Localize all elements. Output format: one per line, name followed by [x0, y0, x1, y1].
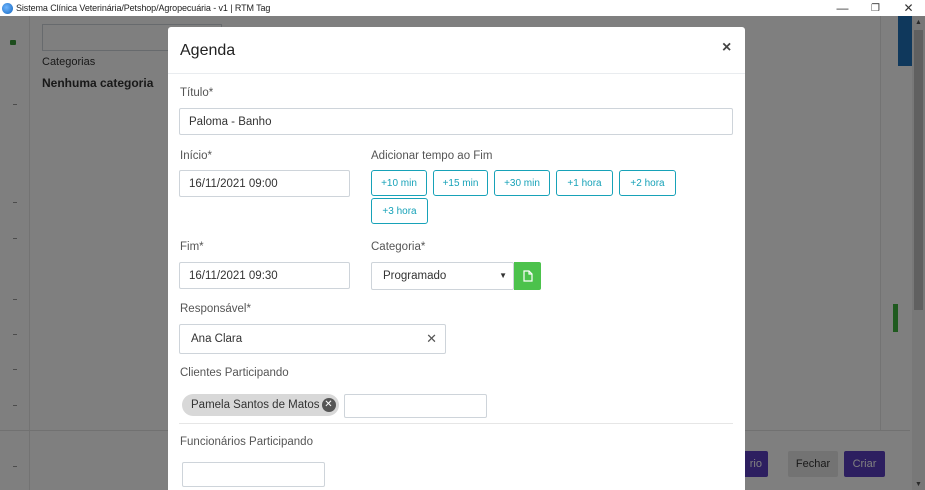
- funcionarios-search-input[interactable]: [182, 462, 325, 487]
- file-icon: [522, 270, 533, 282]
- add-2-hora-button[interactable]: +2 hora: [619, 170, 676, 196]
- fim-input[interactable]: 16/11/2021 09:30: [179, 262, 350, 289]
- clientes-label: Clientes Participando: [180, 367, 289, 379]
- chevron-down-icon: ▼: [499, 271, 507, 280]
- app-icon: [2, 2, 13, 14]
- window-controls: — ❐ ✕: [826, 0, 925, 16]
- minimize-button[interactable]: —: [826, 0, 859, 16]
- restore-button[interactable]: ❐: [859, 0, 892, 16]
- adicionar-tempo-label: Adicionar tempo ao Fim: [371, 150, 493, 162]
- add-30-min-button[interactable]: +30 min: [494, 170, 550, 196]
- modal-close-button[interactable]: ×: [722, 39, 731, 57]
- section-divider: [179, 423, 733, 424]
- window-titlebar: Sistema Clínica Veterinária/Petshop/Agro…: [0, 0, 925, 16]
- add-10-min-button[interactable]: +10 min: [371, 170, 427, 196]
- categoria-select[interactable]: Programado ▼: [371, 262, 514, 290]
- fim-label: Fim*: [180, 241, 204, 253]
- titulo-label: Título*: [180, 87, 214, 99]
- responsavel-select[interactable]: Ana Clara ✕: [179, 324, 446, 354]
- titulo-input[interactable]: Paloma - Banho: [179, 108, 733, 135]
- inicio-input[interactable]: 16/11/2021 09:00: [179, 170, 350, 197]
- add-15-min-button[interactable]: +15 min: [433, 170, 488, 196]
- modal-title: Agenda: [180, 42, 236, 59]
- responsavel-label: Responsável*: [180, 303, 251, 315]
- add-3-hora-button[interactable]: +3 hora: [371, 198, 428, 224]
- responsavel-value: Ana Clara: [191, 333, 243, 345]
- new-categoria-button[interactable]: [514, 262, 541, 290]
- cliente-chip-label: Pamela Santos de Matos: [191, 399, 320, 411]
- clear-icon[interactable]: ✕: [426, 331, 437, 347]
- funcionarios-label: Funcionários Participando: [180, 436, 313, 448]
- add-1-hora-button[interactable]: +1 hora: [556, 170, 613, 196]
- clientes-search-input[interactable]: [344, 394, 487, 418]
- modal-header: Agenda ×: [168, 27, 745, 74]
- categoria-label: Categoria*: [371, 241, 426, 253]
- agenda-modal: Agenda × Título* Paloma - Banho Início* …: [168, 27, 745, 490]
- categoria-selected-value: Programado: [383, 270, 447, 282]
- window-title: Sistema Clínica Veterinária/Petshop/Agro…: [16, 3, 271, 13]
- inicio-label: Início*: [180, 150, 212, 162]
- cliente-chip: Pamela Santos de Matos ✕: [182, 394, 339, 416]
- close-window-button[interactable]: ✕: [892, 0, 925, 16]
- remove-chip-icon[interactable]: ✕: [321, 398, 336, 412]
